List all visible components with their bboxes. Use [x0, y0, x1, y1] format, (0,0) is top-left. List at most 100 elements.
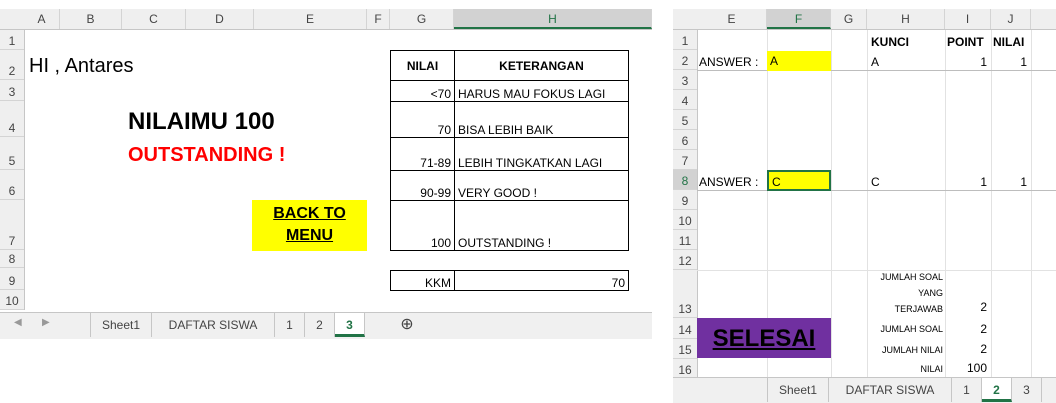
row-header-9[interactable]: 9 — [673, 190, 697, 210]
row-header-3[interactable]: 3 — [673, 70, 697, 90]
row-header-4[interactable]: 4 — [673, 90, 697, 110]
keterangan-cell[interactable]: VERY GOOD ! — [454, 170, 629, 201]
tab-sheet1[interactable]: Sheet1 — [767, 378, 829, 402]
nilai-cell[interactable]: 71-89 — [390, 137, 455, 171]
jumlah-terjawab-value: 2 — [980, 300, 987, 314]
row-header-14[interactable]: 14 — [673, 318, 697, 339]
column-header-bar: E F G H I J — [697, 9, 1056, 30]
row-header-10[interactable]: 10 — [0, 290, 24, 310]
row-header-12[interactable]: 12 — [673, 250, 697, 270]
jumlah-terjawab-line1: JUMLAH SOAL — [880, 272, 943, 282]
sheet-tab-bar: Sheet1 DAFTAR SISWA 1 2 3 — [673, 377, 1056, 403]
scroll-right-icon[interactable]: ▶ — [42, 317, 50, 328]
jumlah-terjawab-label: JUMLAH SOAL YANG TERJAWAB — [869, 269, 943, 317]
row-header-2[interactable]: 2 — [0, 50, 24, 80]
row-header-7[interactable]: 7 — [0, 200, 24, 250]
point-q1: 1 — [980, 55, 987, 69]
keterangan-cell[interactable]: OUTSTANDING ! — [454, 200, 629, 251]
nilai-cell[interactable]: <70 — [390, 80, 455, 102]
kkm-value[interactable]: 70 — [454, 270, 629, 291]
col-header-D[interactable]: D — [186, 9, 254, 29]
back-to-menu-line2: MENU — [285, 227, 334, 244]
row-header-bar: 1 2 3 4 5 6 7 8 9 10 — [0, 30, 25, 310]
keterangan-cell[interactable]: BISA LEBIH BAIK — [454, 101, 629, 138]
nilai-q1: 1 — [1020, 55, 1027, 69]
row-header-1[interactable]: 1 — [673, 30, 697, 50]
row-header-3[interactable]: 3 — [0, 80, 24, 101]
col-header-B[interactable]: B — [60, 9, 122, 29]
selesai-button[interactable]: SELESAI — [697, 318, 831, 358]
tab-2[interactable]: 2 — [305, 313, 335, 337]
tab-3[interactable]: 3 — [1012, 378, 1042, 402]
nilai-value: 100 — [966, 361, 987, 375]
row-header-11[interactable]: 11 — [673, 230, 697, 250]
tab-1[interactable]: 1 — [952, 378, 982, 402]
row-header-6[interactable]: 6 — [673, 130, 697, 150]
col-header-J[interactable]: J — [991, 9, 1031, 29]
tab-daftar-siswa[interactable]: DAFTAR SISWA — [829, 378, 952, 402]
kkm-label[interactable]: KKM — [390, 270, 455, 291]
keterangan-cell[interactable]: LEBIH TINGKATKAN LAGI — [454, 137, 629, 171]
row-header-1[interactable]: 1 — [0, 30, 24, 50]
keterangan-cell[interactable]: HARUS MAU FOKUS LAGI — [454, 80, 629, 102]
back-to-menu-line1: BACK TO — [273, 205, 346, 222]
tab-3[interactable]: 3 — [335, 313, 365, 337]
col-header-E[interactable]: E — [697, 9, 767, 29]
row-header-bar: 1 2 3 4 5 6 7 8 9 10 11 12 13 14 15 16 — [673, 30, 698, 380]
row-header-8[interactable]: 8 — [673, 170, 697, 190]
nilai-q2: 1 — [1020, 175, 1027, 189]
col-header-C[interactable]: C — [122, 9, 186, 29]
nilai-cell[interactable]: 100 — [390, 200, 455, 251]
greeting-text: HI , Antares — [29, 55, 134, 77]
row-header-4[interactable]: 4 — [0, 101, 24, 137]
header-point: POINT — [947, 35, 984, 49]
col-header-F[interactable]: F — [767, 9, 831, 29]
row-header-5[interactable]: 5 — [0, 137, 24, 170]
col-header-H[interactable]: H — [867, 9, 945, 29]
back-to-menu-button[interactable]: BACK TO MENU — [252, 200, 367, 251]
row-header-2[interactable]: 2 — [673, 50, 697, 70]
row-header-9[interactable]: 9 — [0, 268, 24, 290]
header-kunci: KUNCI — [871, 35, 909, 49]
tab-1[interactable]: 1 — [275, 313, 305, 337]
header-nilai: NILAI — [390, 50, 455, 81]
col-header-H[interactable]: H — [454, 9, 652, 29]
answer-input-q1[interactable]: A — [767, 51, 831, 71]
row-header-16[interactable]: 16 — [673, 359, 697, 379]
row-header-10[interactable]: 10 — [673, 210, 697, 230]
gridline — [697, 190, 1056, 191]
tab-2[interactable]: 2 — [982, 378, 1012, 402]
row-header-15[interactable]: 15 — [673, 339, 697, 359]
gridline — [697, 70, 1056, 71]
col-header-F[interactable]: F — [367, 9, 390, 29]
row-header-7[interactable]: 7 — [673, 150, 697, 170]
gridline — [991, 30, 992, 380]
tab-daftar-siswa[interactable]: DAFTAR SISWA — [152, 313, 275, 337]
nilai-cell[interactable]: 70 — [390, 101, 455, 138]
add-sheet-icon[interactable]: ⊕ — [395, 313, 419, 337]
answer-label: ANSWER : — [699, 175, 759, 189]
select-all-corner[interactable] — [0, 9, 25, 30]
col-header-G[interactable]: G — [831, 9, 867, 29]
score-title: NILAIMU 100 — [128, 108, 275, 135]
jumlah-nilai-value: 2 — [980, 342, 987, 356]
answer-input-q2[interactable]: C — [767, 170, 831, 191]
row-header-8[interactable]: 8 — [0, 250, 24, 268]
nilai-cell[interactable]: 90-99 — [390, 170, 455, 201]
row-header-6[interactable]: 6 — [0, 170, 24, 200]
header-keterangan: KETERANGAN — [454, 50, 629, 81]
tab-sheet1[interactable]: Sheet1 — [90, 313, 152, 337]
column-header-bar: A B C D E F G H — [24, 9, 652, 30]
scroll-left-icon[interactable]: ◀ — [14, 317, 22, 328]
col-header-A[interactable]: A — [24, 9, 60, 29]
col-header-G[interactable]: G — [390, 9, 454, 29]
row-header-13[interactable]: 13 — [673, 270, 697, 318]
col-header-E[interactable]: E — [254, 9, 367, 29]
select-all-corner[interactable] — [673, 9, 698, 30]
jumlah-terjawab-line3: TERJAWAB — [894, 304, 943, 314]
row-header-5[interactable]: 5 — [673, 110, 697, 130]
right-sheet-pane: E F G H I J 1 2 3 4 5 6 7 8 9 10 11 12 1… — [673, 0, 1056, 403]
gridline — [867, 30, 868, 380]
header-nilai: NILAI — [993, 35, 1025, 49]
col-header-I[interactable]: I — [945, 9, 991, 29]
